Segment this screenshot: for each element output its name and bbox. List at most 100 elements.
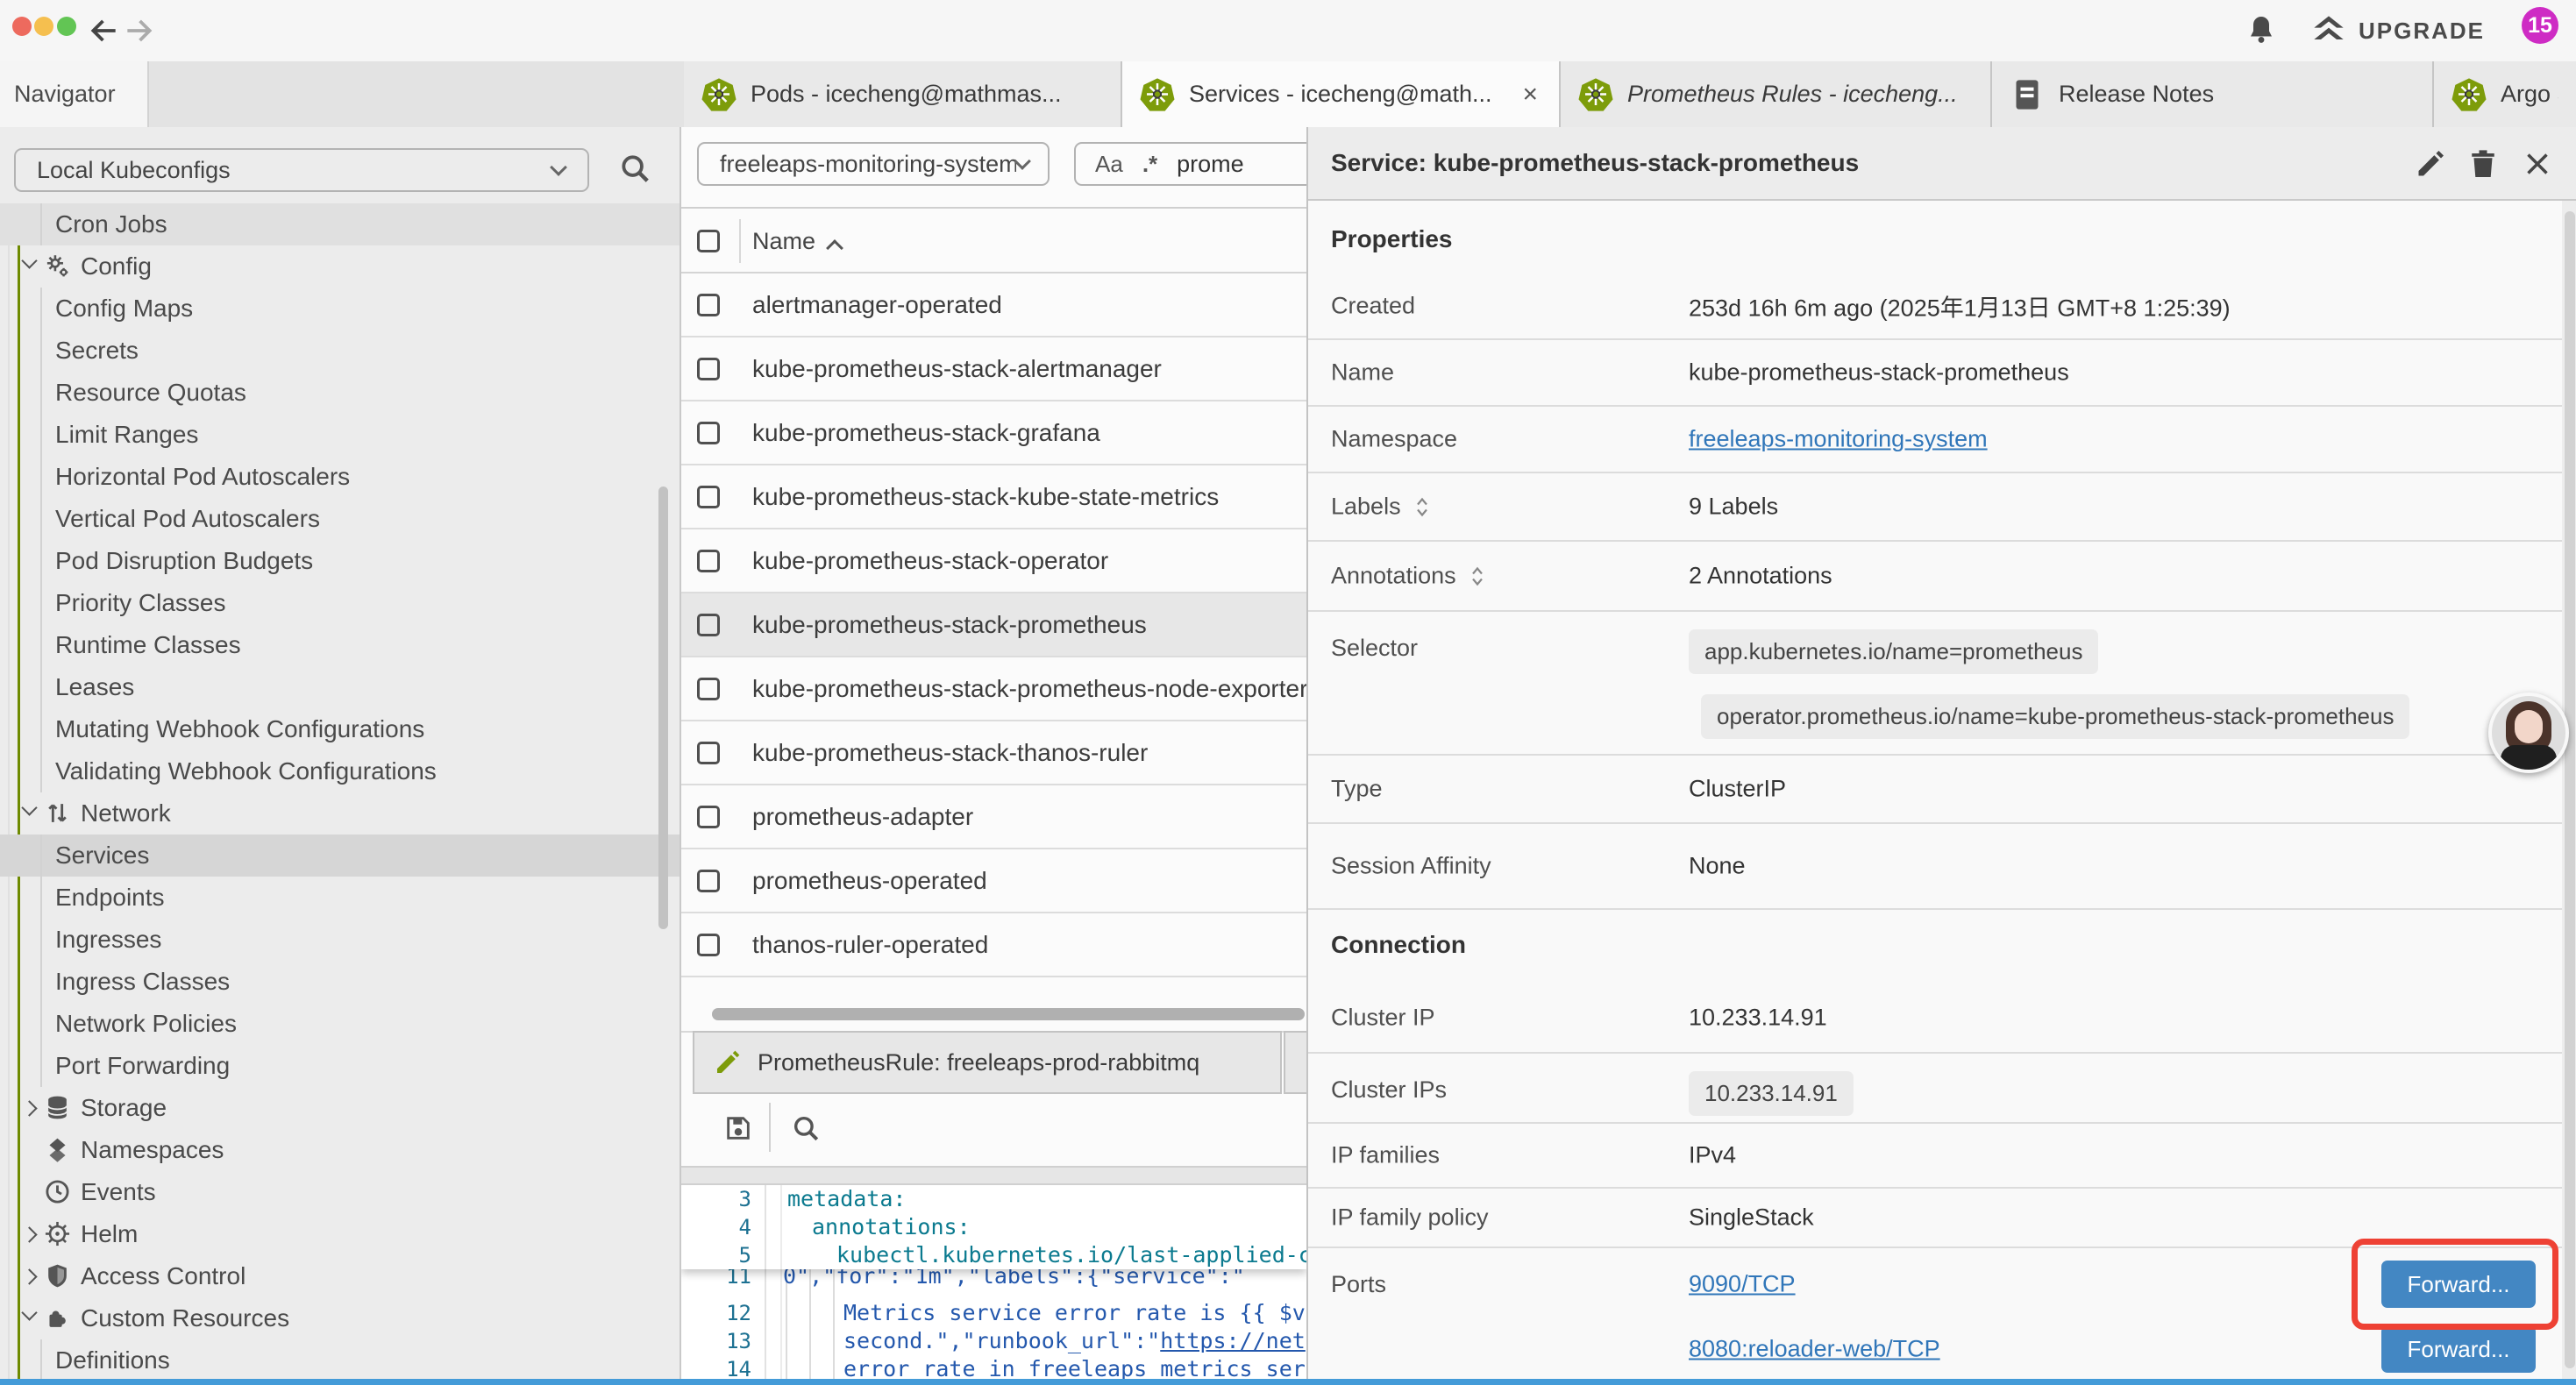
sidebar-item-definitions[interactable]: Definitions <box>0 1339 680 1381</box>
property-value: 2 Annotations <box>1689 563 1832 590</box>
properties-list: PropertiesCreated253d 16h 6m ago (2025年1… <box>1308 127 2576 1385</box>
tab-prometheus-rules[interactable]: Prometheus Rules - icecheng... <box>1561 61 1992 127</box>
document-icon <box>2010 77 2045 112</box>
sidebar-item-config-maps[interactable]: Config Maps <box>0 288 680 330</box>
sidebar-item-events[interactable]: Events <box>0 1171 680 1213</box>
sidebar-item-namespaces[interactable]: Namespaces <box>0 1129 680 1171</box>
sidebar-item-pod-disruption-budgets[interactable]: Pod Disruption Budgets <box>0 540 680 582</box>
dock-tab-next[interactable] <box>1284 1031 1306 1094</box>
sidebar-item-resource-quotas[interactable]: Resource Quotas <box>0 372 680 414</box>
row-checkbox[interactable] <box>697 742 720 764</box>
table-row[interactable]: kube-prometheus-stack-grafana <box>681 401 1306 465</box>
sidebar-item-runtime-classes[interactable]: Runtime Classes <box>0 624 680 666</box>
table-row[interactable]: prometheus-adapter <box>681 785 1306 849</box>
tree-indent-guide <box>40 708 42 750</box>
chevron-right-icon[interactable] <box>21 1226 37 1242</box>
editor-search-icon[interactable] <box>791 1113 821 1143</box>
notifications-bell-icon[interactable] <box>2245 12 2277 47</box>
sidebar-item-port-forwarding[interactable]: Port Forwarding <box>0 1045 680 1087</box>
sort-toggle-icon[interactable] <box>1412 494 1433 519</box>
tab-release-notes[interactable]: Release Notes <box>1992 61 2434 127</box>
chevron-right-icon[interactable] <box>21 1100 37 1116</box>
table-row[interactable]: kube-prometheus-stack-alertmanager <box>681 337 1306 401</box>
table-row[interactable]: kube-prometheus-stack-prometheus <box>681 593 1306 657</box>
property-label: Ports <box>1331 1271 1386 1298</box>
sort-toggle-icon[interactable] <box>1467 564 1488 588</box>
maximize-window-button[interactable] <box>57 17 76 36</box>
table-row[interactable]: thanos-ruler-operated <box>681 913 1306 977</box>
chevron-down-icon[interactable] <box>21 799 37 815</box>
tab-pods[interactable]: Pods - icecheng@mathmas... <box>684 61 1122 127</box>
notification-count-badge[interactable]: 15 <box>2522 7 2558 44</box>
row-checkbox[interactable] <box>697 294 720 316</box>
sidebar-item-limit-ranges[interactable]: Limit Ranges <box>0 414 680 456</box>
table-row[interactable]: prometheus-operated <box>681 849 1306 913</box>
port-link[interactable]: 8080:reloader-web/TCP <box>1689 1336 1940 1363</box>
close-window-button[interactable] <box>12 17 32 36</box>
sidebar-item-horizontal-pod-autoscalers[interactable]: Horizontal Pod Autoscalers <box>0 456 680 498</box>
property-label-wrap: Created <box>1331 293 1415 320</box>
row-checkbox[interactable] <box>697 678 720 700</box>
forward-port-button[interactable]: Forward... <box>2381 1325 2536 1373</box>
services-panel: freeleaps-monitoring-system Aa .* prome … <box>681 127 1306 1385</box>
sidebar-item-helm[interactable]: Helm <box>0 1213 680 1255</box>
table-row[interactable]: kube-prometheus-stack-kube-state-metrics <box>681 465 1306 529</box>
row-checkbox[interactable] <box>697 870 720 892</box>
divider <box>769 1103 771 1152</box>
port-link[interactable]: 9090/TCP <box>1689 1271 1796 1298</box>
row-checkbox[interactable] <box>697 422 720 444</box>
back-icon[interactable] <box>88 14 121 47</box>
helm-icon <box>44 1220 71 1247</box>
sidebar-item-access-control[interactable]: Access Control <box>0 1255 680 1297</box>
sidebar-item-label: Runtime Classes <box>55 631 241 659</box>
sidebar-item-endpoints[interactable]: Endpoints <box>0 877 680 919</box>
row-checkbox[interactable] <box>697 550 720 572</box>
code-line: metadata: <box>787 1185 906 1213</box>
sidebar-item-leases[interactable]: Leases <box>0 666 680 708</box>
sidebar-item-custom-resources[interactable]: Custom Resources <box>0 1297 680 1339</box>
sidebar-item-priority-classes[interactable]: Priority Classes <box>0 582 680 624</box>
table-row[interactable]: alertmanager-operated <box>681 273 1306 337</box>
save-icon[interactable] <box>723 1113 753 1143</box>
sidebar-item-storage[interactable]: Storage <box>0 1087 680 1129</box>
yaml-editor[interactable]: 110","for":"1m","labels":{"service":"12M… <box>681 1185 1306 1385</box>
row-checkbox[interactable] <box>697 486 720 508</box>
sidebar-item-ingress-classes[interactable]: Ingress Classes <box>0 961 680 1003</box>
sidebar-item-mutating-webhook-configurations[interactable]: Mutating Webhook Configurations <box>0 708 680 750</box>
sidebar-item-cron-jobs[interactable]: Cron Jobs <box>0 203 680 245</box>
sidebar-item-ingresses[interactable]: Ingresses <box>0 919 680 961</box>
upgrade-button[interactable]: UPGRADE <box>2311 13 2485 48</box>
sidebar-scrollbar[interactable] <box>658 487 668 929</box>
forward-icon[interactable] <box>122 14 155 47</box>
sidebar-item-services[interactable]: Services <box>0 835 680 877</box>
sidebar-item-secrets[interactable]: Secrets <box>0 330 680 372</box>
chevron-right-icon[interactable] <box>21 1268 37 1284</box>
drawer-scrollbar[interactable] <box>2565 211 2575 1368</box>
chevron-down-icon[interactable] <box>21 1304 37 1320</box>
row-checkbox[interactable] <box>697 806 720 828</box>
navigator-sidebar: Local Kubeconfigs Cron JobsConfigConfig … <box>0 127 681 1385</box>
row-checkbox[interactable] <box>697 934 720 956</box>
sidebar-item-network-policies[interactable]: Network Policies <box>0 1003 680 1045</box>
chevron-down-icon[interactable] <box>21 252 37 268</box>
code-link[interactable]: https://net <box>1160 1328 1306 1353</box>
focus-indicator-bar <box>0 1379 2576 1385</box>
tab-services[interactable]: Services - icecheng@math... × <box>1122 61 1561 127</box>
minimize-window-button[interactable] <box>34 17 53 36</box>
table-row[interactable]: kube-prometheus-stack-prometheus-node-ex… <box>681 657 1306 721</box>
namespace-link[interactable]: freeleaps-monitoring-system <box>1689 426 1988 452</box>
tab-label: Prometheus Rules - icecheng... <box>1627 81 1958 108</box>
sidebar-item-network[interactable]: Network <box>0 792 680 835</box>
tab-argo[interactable]: Argo Se <box>2434 61 2576 127</box>
user-avatar[interactable] <box>2488 692 2569 773</box>
table-row[interactable]: kube-prometheus-stack-operator <box>681 529 1306 593</box>
sidebar-item-config[interactable]: Config <box>0 245 680 288</box>
close-tab-icon[interactable]: × <box>1519 80 1541 110</box>
sidebar-item-validating-webhook-configurations[interactable]: Validating Webhook Configurations <box>0 750 680 792</box>
sidebar-item-vertical-pod-autoscalers[interactable]: Vertical Pod Autoscalers <box>0 498 680 540</box>
row-checkbox[interactable] <box>697 358 720 380</box>
horizontal-scrollbar[interactable] <box>712 1008 1305 1020</box>
row-checkbox[interactable] <box>697 614 720 636</box>
table-row[interactable]: kube-prometheus-stack-thanos-ruler <box>681 721 1306 785</box>
dock-tab-prometheusrule[interactable]: PrometheusRule: freeleaps-prod-rabbitmq <box>693 1031 1282 1094</box>
